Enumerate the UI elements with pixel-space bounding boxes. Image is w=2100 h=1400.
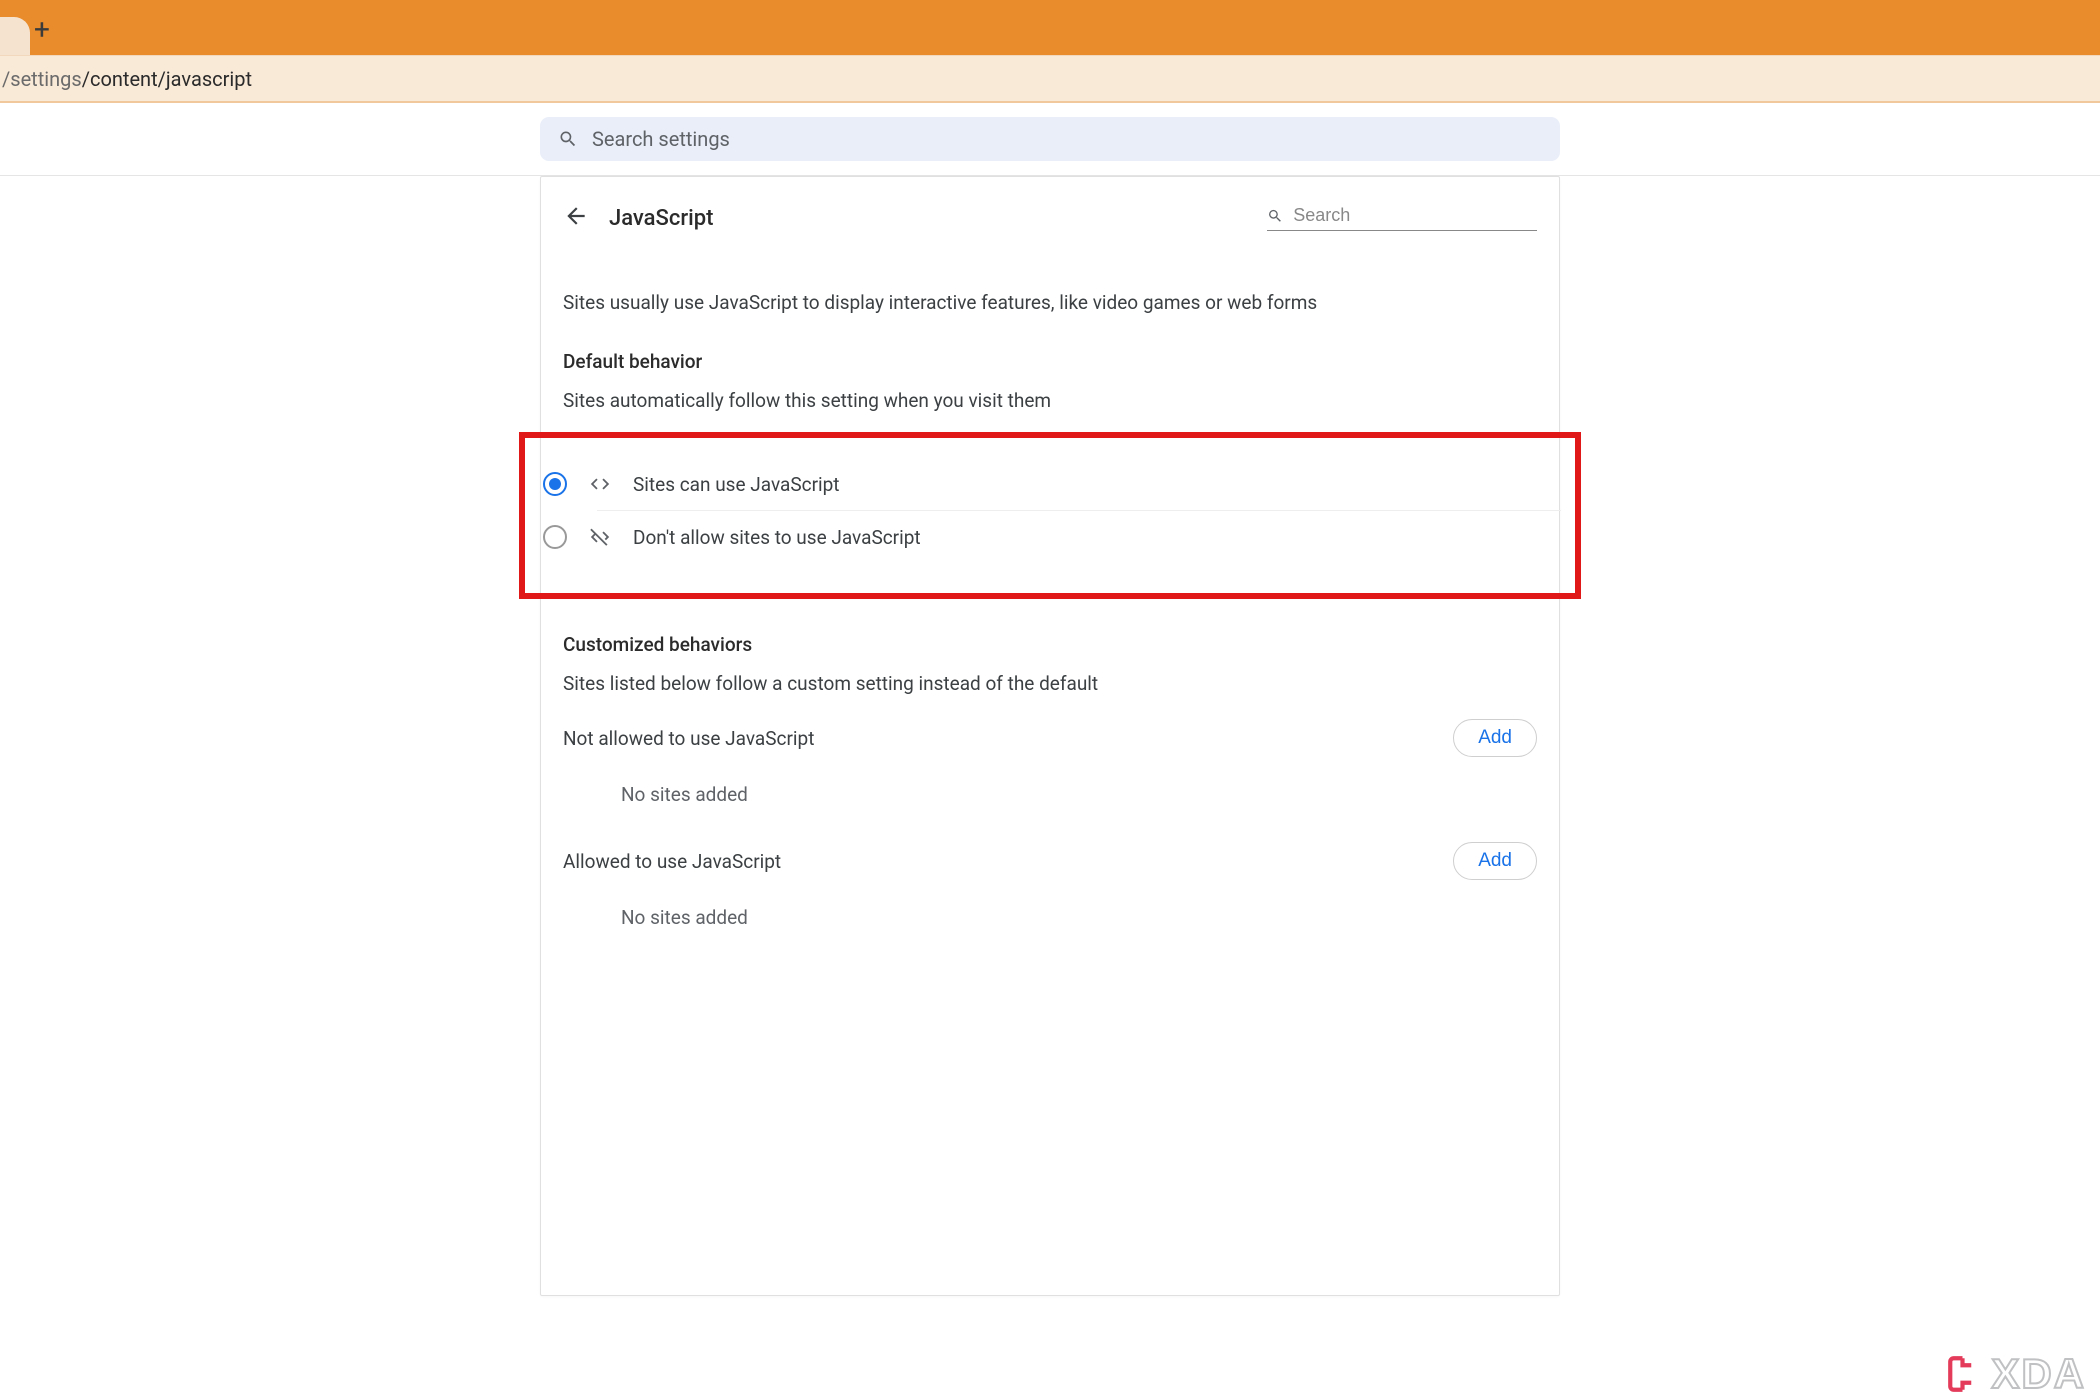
blocked-empty-text: No sites added [621, 783, 1537, 806]
customized-description: Sites listed below follow a custom setti… [563, 672, 1537, 695]
xda-watermark: XDA [1945, 1350, 2086, 1398]
default-behavior-description: Sites automatically follow this setting … [563, 389, 1537, 412]
radio-unselected-icon [543, 525, 567, 549]
url-text: /settings/content/javascript [0, 67, 252, 91]
active-tab-edge [0, 17, 30, 55]
default-behavior-highlight: Sites can use JavaScript Don't allow sit… [519, 432, 1581, 599]
code-off-icon [589, 526, 611, 548]
search-settings-placeholder: Search settings [592, 127, 730, 151]
add-blocked-button[interactable]: Add [1453, 719, 1537, 757]
search-settings-input[interactable]: Search settings [540, 117, 1560, 161]
panel-search-input[interactable] [1293, 205, 1537, 226]
back-button[interactable] [563, 203, 589, 233]
blocked-list-label: Not allowed to use JavaScript [563, 727, 814, 750]
add-allowed-button[interactable]: Add [1453, 842, 1537, 880]
arrow-left-icon [563, 203, 589, 229]
panel-search[interactable] [1267, 205, 1537, 231]
code-icon [589, 473, 611, 495]
new-tab-button[interactable]: + [34, 16, 50, 44]
search-settings-bar: Search settings [0, 103, 2100, 176]
xda-logo-mark-icon [1945, 1353, 1987, 1395]
allowed-empty-text: No sites added [621, 906, 1537, 929]
content-area: Search settings JavaScript Sites usually… [0, 103, 2100, 1400]
settings-panel: JavaScript Sites usually use JavaScript … [540, 176, 1560, 1296]
default-behavior-title: Default behavior [563, 350, 1537, 373]
page-title: JavaScript [609, 206, 713, 231]
customized-title: Customized behaviors [563, 633, 1537, 656]
address-bar[interactable]: /settings/content/javascript [0, 55, 2100, 103]
radio-block-label: Don't allow sites to use JavaScript [633, 526, 921, 549]
search-icon [558, 129, 578, 149]
allowed-list-label: Allowed to use JavaScript [563, 850, 781, 873]
search-icon [1267, 207, 1283, 225]
page-description: Sites usually use JavaScript to display … [563, 291, 1537, 314]
browser-tab-strip: + [0, 0, 2100, 55]
radio-allow-js[interactable]: Sites can use JavaScript [539, 458, 1561, 510]
radio-allow-label: Sites can use JavaScript [633, 473, 840, 496]
xda-logo-text: XDA [1991, 1350, 2086, 1398]
radio-selected-icon [543, 472, 567, 496]
radio-block-js[interactable]: Don't allow sites to use JavaScript [539, 511, 1561, 563]
